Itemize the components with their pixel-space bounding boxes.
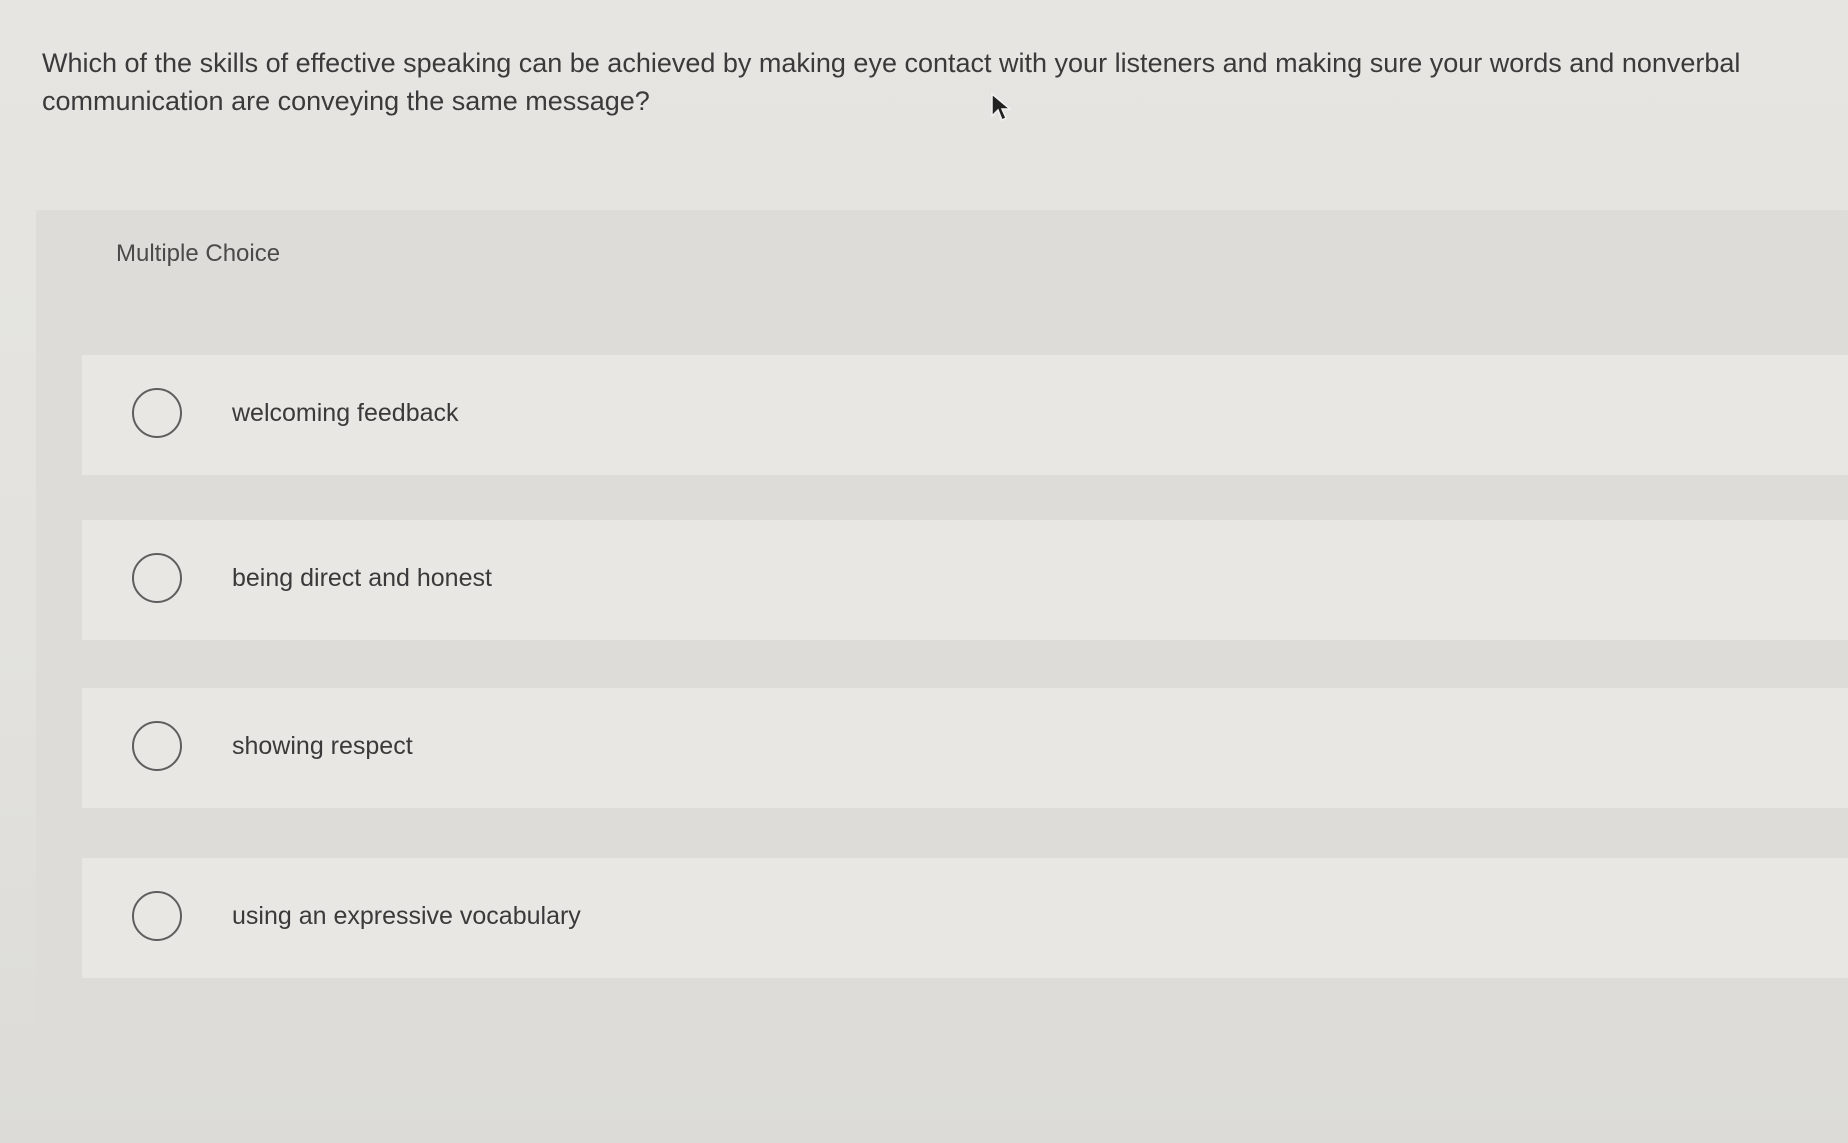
radio-circle-icon[interactable] — [132, 388, 182, 438]
radio-circle-icon[interactable] — [132, 891, 182, 941]
option-showing-respect[interactable]: showing respect — [82, 688, 1848, 808]
option-using-an-expressive-vocabulary[interactable]: using an expressive vocabulary — [82, 858, 1848, 978]
question-text: Which of the skills of effective speakin… — [42, 48, 1741, 116]
radio-circle-icon[interactable] — [132, 553, 182, 603]
option-welcoming-feedback[interactable]: welcoming feedback — [82, 355, 1848, 475]
option-being-direct-and-honest[interactable]: being direct and honest — [82, 520, 1848, 640]
multiple-choice-panel: Multiple Choice welcoming feedback being… — [36, 210, 1848, 1090]
option-label: welcoming feedback — [232, 399, 459, 427]
multiple-choice-label: Multiple Choice — [116, 240, 281, 267]
option-label: showing respect — [232, 732, 413, 760]
mouse-pointer-icon — [991, 92, 1012, 122]
option-label: being direct and honest — [232, 564, 492, 592]
radio-circle-icon[interactable] — [132, 721, 182, 771]
option-label: using an expressive vocabulary — [232, 902, 581, 930]
